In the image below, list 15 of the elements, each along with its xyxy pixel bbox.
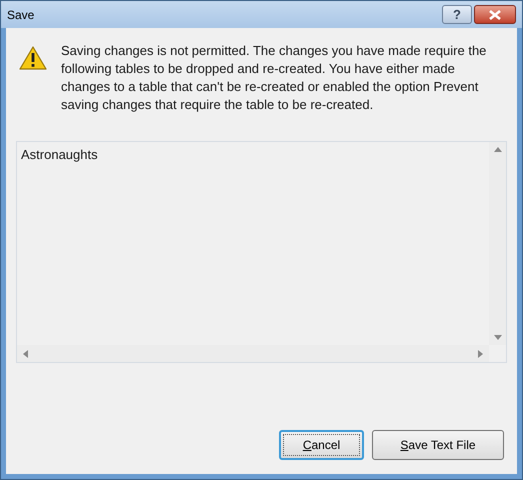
scroll-up-icon [494,147,502,152]
save-text-file-button[interactable]: Save Text File [372,430,504,460]
close-icon [489,10,501,20]
table-name[interactable]: Astronaughts [21,145,485,164]
cancel-button[interactable]: Cancel [279,430,364,460]
horizontal-scrollbar[interactable] [17,345,489,362]
help-button[interactable]: ? [442,5,472,24]
vertical-scrollbar[interactable] [489,142,506,345]
warning-icon [19,46,47,70]
window-title: Save [7,6,34,24]
scroll-down-icon [494,335,502,340]
warning-message: Saving changes is not permitted. The changes you have made require the following tables to be dropped and re-created. You have either made changes to a table that can't be re-created or enabled the option Prevent saving changes that require the table to be re-created. [61,42,488,114]
scroll-right-icon [478,350,483,358]
close-button[interactable] [474,5,516,24]
scroll-left-icon [23,350,28,358]
